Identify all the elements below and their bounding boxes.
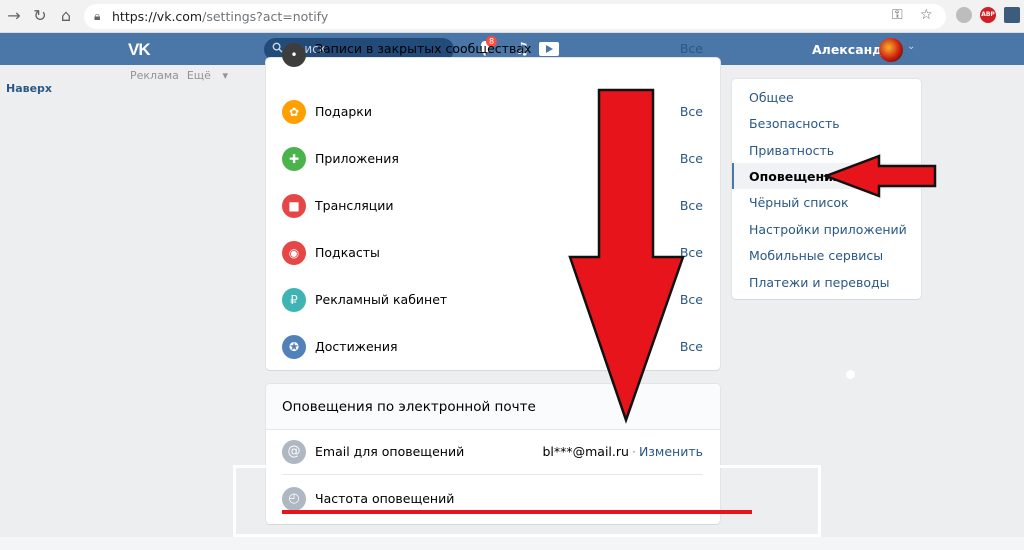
left-arrow-icon [822,154,937,198]
down-arrow-icon [568,88,685,424]
annotation-arrows [568,88,937,424]
